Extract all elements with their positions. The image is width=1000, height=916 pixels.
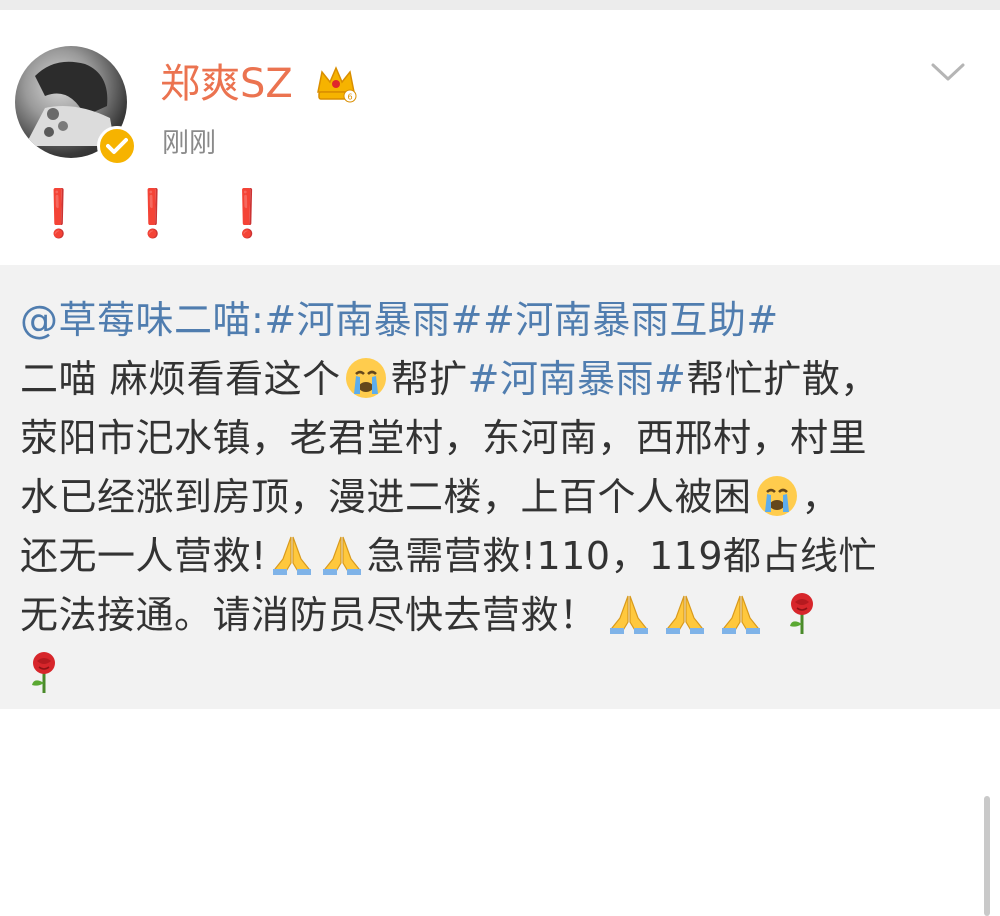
exclamation-mark-icon: ❗: [30, 186, 88, 240]
rose-icon: [780, 590, 826, 636]
repost-line-6: 无法接通。请消防员尽快去营救！: [20, 586, 988, 645]
scrollbar[interactable]: [984, 796, 990, 916]
mention-link[interactable]: @草莓味二喵: [20, 298, 251, 342]
exclamation-mark-icon: ❗: [218, 186, 276, 240]
repost-line-5: 还无一人营救! 急需营救!110，119都占线忙: [20, 527, 988, 586]
folded-hands-icon: [606, 590, 652, 636]
vip-crown-icon[interactable]: 6: [314, 62, 358, 106]
post-body: ❗ ❗ ❗: [30, 188, 276, 238]
crying-face-icon: [343, 354, 389, 400]
top-divider: [0, 0, 1000, 10]
text-segment: ，: [801, 475, 841, 519]
repost-line-3: 荥阳市汜水镇，老君堂村，东河南，西邢村，村里: [20, 416, 868, 460]
mention-colon: :: [251, 298, 265, 342]
rose-icon: [22, 649, 68, 695]
post-timestamp: 刚刚: [162, 128, 216, 159]
folded-hands-icon: [319, 531, 365, 577]
text-segment: 水已经涨到房顶，漫进二楼，上百个人被困: [20, 475, 752, 519]
hashtag-link[interactable]: #河南暴雨#: [468, 357, 687, 401]
text-segment: 帮扩: [390, 357, 468, 401]
repost-line-1: @草莓味二喵:#河南暴雨##河南暴雨互助#: [20, 291, 988, 350]
text-segment: 二喵 麻烦看看这个: [20, 357, 341, 401]
avatar[interactable]: [15, 46, 137, 166]
text-segment: 帮忙扩散，: [686, 357, 879, 401]
repost-text: @草莓味二喵:#河南暴雨##河南暴雨互助# 二喵 麻烦看看这个 帮扩#河南暴雨#帮…: [20, 291, 988, 704]
hashtag-link[interactable]: #河南暴雨#: [264, 298, 483, 342]
crying-face-icon: [754, 472, 800, 518]
folded-hands-icon: [718, 590, 764, 636]
verified-badge-icon: [97, 126, 137, 166]
svg-text:6: 6: [348, 93, 353, 102]
repost-line-2: 二喵 麻烦看看这个 帮扩#河南暴雨#帮忙扩散，: [20, 350, 988, 409]
reposted-content[interactable]: @草莓味二喵:#河南暴雨##河南暴雨互助# 二喵 麻烦看看这个 帮扩#河南暴雨#帮…: [0, 265, 1000, 916]
chevron-down-icon[interactable]: [930, 60, 966, 84]
text-segment: 还无一人营救!: [20, 534, 267, 578]
hashtag-link[interactable]: #河南暴雨互助#: [483, 298, 779, 342]
author-name[interactable]: 郑爽SZ: [160, 58, 293, 110]
text-segment: 急需营救!110，119都占线忙: [366, 534, 878, 578]
repost-line-4: 水已经涨到房顶，漫进二楼，上百个人被困 ，: [20, 468, 988, 527]
text-segment: 无法接通。请消防员尽快去营救！: [20, 593, 598, 637]
folded-hands-icon: [662, 590, 708, 636]
exclamation-mark-icon: ❗: [124, 186, 182, 240]
repost-line-7: [20, 645, 988, 704]
folded-hands-icon: [269, 531, 315, 577]
